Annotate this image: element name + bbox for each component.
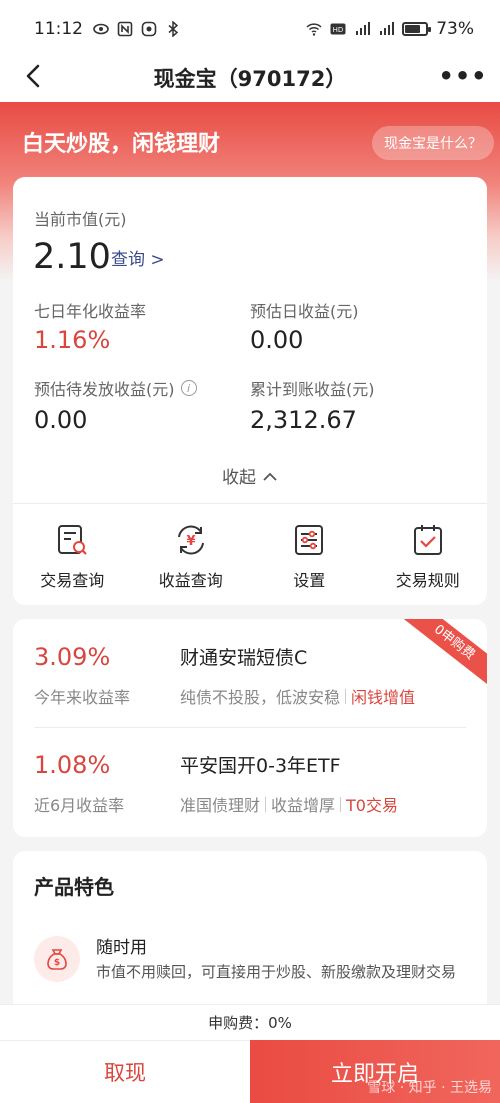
receipt-search-icon xyxy=(58,525,88,555)
open-now-button[interactable]: 立即开启 雪球 · 知乎 · 王选易 xyxy=(250,1040,500,1103)
fund-rate-label: 近6月收益率 xyxy=(34,796,125,815)
fund-row[interactable]: 3.09% 今年来收益率 财通安瑞短债C 纯债不投股，低波安稳 闲钱增值 xyxy=(13,619,487,727)
withdraw-button[interactable]: 取现 xyxy=(0,1040,250,1103)
divider xyxy=(13,503,487,504)
info-icon[interactable]: i xyxy=(180,380,197,396)
fund-tag-highlight: 闲钱增值 xyxy=(351,688,416,707)
clipboard-check-icon xyxy=(413,525,442,555)
market-value: 2.10 xyxy=(33,237,111,277)
eye-icon xyxy=(93,23,109,35)
seven-day-yield-value: 1.16% xyxy=(34,326,111,354)
feature-title: 产品特色 xyxy=(34,875,114,899)
nav-bar: 现金宝（970172） ••• xyxy=(0,50,500,102)
nfc-icon xyxy=(117,21,133,37)
fund-name: 财通安瑞短债C xyxy=(180,647,308,669)
summary-card: 当前市值(元) 2.10 查询 > 七日年化收益率 1.16% 预估日收益(元)… xyxy=(13,177,487,605)
more-button[interactable]: ••• xyxy=(438,60,486,92)
hd-icon: HD xyxy=(330,23,346,35)
action-label: 交易查询 xyxy=(40,571,105,590)
tag-separator xyxy=(345,688,347,704)
battery-percent: 73% xyxy=(436,19,474,39)
app-notification-icon xyxy=(141,21,157,37)
feature-card: 产品特色 $ 随时用 市值不用赎回，可直接用于炒股、新股缴款及理财交易 xyxy=(13,851,487,1021)
pending-income-label: 预估待发放收益(元) i xyxy=(34,376,197,400)
action-trade-rules[interactable]: 交易规则 xyxy=(369,522,488,592)
signal-5g-icon-2 xyxy=(380,22,395,35)
pending-income-label-text: 预估待发放收益(元) xyxy=(34,380,175,399)
feature-item-desc: 市值不用赎回，可直接用于炒股、新股缴款及理财交易 xyxy=(96,963,457,981)
status-time: 11:12 xyxy=(34,19,83,39)
action-label: 收益查询 xyxy=(158,571,223,590)
pending-income-value: 0.00 xyxy=(34,406,88,434)
subscription-fee: 申购费：0% xyxy=(0,1004,500,1040)
accumulated-income-value: 2,312.67 xyxy=(250,406,357,434)
fund-row[interactable]: 1.08% 近6月收益率 平安国开0-3年ETF 准国债理财 收益增厚 T0交易 xyxy=(13,727,487,835)
action-label: 设置 xyxy=(293,571,326,590)
fund-rate: 1.08% xyxy=(34,751,111,779)
collapse-toggle[interactable]: 收起 xyxy=(13,463,487,488)
settings-sliders-icon xyxy=(295,525,324,555)
fund-name: 平安国开0-3年ETF xyxy=(180,755,341,777)
faq-button[interactable]: 现金宝是什么？ xyxy=(372,126,494,160)
daily-estimate-label: 预估日收益(元) xyxy=(250,302,359,321)
page-title: 现金宝（970172） xyxy=(153,67,347,91)
fund-card: 0申购费 3.09% 今年来收益率 财通安瑞短债C 纯债不投股，低波安稳 闲钱增… xyxy=(13,619,487,837)
watermark: 雪球 · 知乎 · 王选易 xyxy=(367,1080,492,1096)
chevron-up-icon xyxy=(263,472,277,481)
market-value-label: 当前市值(元) xyxy=(34,210,127,229)
svg-text:$: $ xyxy=(54,958,60,968)
svg-text:HD: HD xyxy=(333,26,344,34)
seven-day-yield-label: 七日年化收益率 xyxy=(34,302,147,321)
yuan-refresh-icon: ¥ xyxy=(177,525,204,555)
money-bag-icon: $ xyxy=(34,936,80,982)
bottom-bar: 取现 立即开启 雪球 · 知乎 · 王选易 xyxy=(0,1040,500,1103)
action-row: 交易查询 ¥ 收益查询 设置 交易规则 xyxy=(13,522,487,592)
hero-title: 白天炒股，闲钱理财 xyxy=(22,132,221,157)
action-label: 交易规则 xyxy=(395,571,460,590)
signal-5g-icon xyxy=(356,22,371,35)
fund-tag: 纯债不投股，低波安稳 xyxy=(180,688,341,707)
fund-tags: 纯债不投股，低波安稳 闲钱增值 xyxy=(180,684,415,708)
action-trade-query[interactable]: 交易查询 xyxy=(13,522,132,592)
tag-separator xyxy=(340,796,342,812)
bluetooth-icon xyxy=(168,21,179,37)
battery-fill xyxy=(405,25,421,33)
daily-estimate-value: 0.00 xyxy=(250,326,304,354)
fund-tags: 准国债理财 收益增厚 T0交易 xyxy=(180,792,398,816)
fund-tag: 准国债理财 xyxy=(180,796,261,815)
tag-separator xyxy=(265,796,267,812)
feature-item-title: 随时用 xyxy=(96,938,147,958)
fund-tag: 收益增厚 xyxy=(271,796,336,815)
action-income-query[interactable]: ¥ 收益查询 xyxy=(132,522,251,592)
query-link[interactable]: 查询 > xyxy=(111,245,165,270)
fund-tag-highlight: T0交易 xyxy=(346,796,398,815)
battery-icon xyxy=(402,22,432,36)
accumulated-income-label: 累计到账收益(元) xyxy=(250,380,375,399)
action-settings[interactable]: 设置 xyxy=(250,522,369,592)
fund-rate-label: 今年来收益率 xyxy=(34,688,131,707)
collapse-label: 收起 xyxy=(222,468,256,488)
wifi-icon xyxy=(306,23,322,36)
fund-rate: 3.09% xyxy=(34,643,111,671)
more-dots-icon: ••• xyxy=(438,62,488,90)
svg-text:¥: ¥ xyxy=(186,534,195,549)
